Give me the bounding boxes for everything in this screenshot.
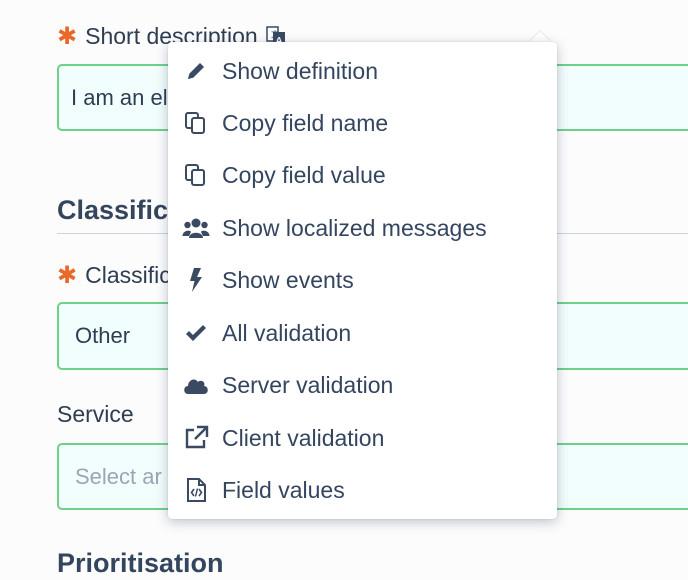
menu-item-label: All validation bbox=[222, 319, 352, 346]
menu-item-label: Server validation bbox=[222, 371, 394, 398]
cloud-icon bbox=[182, 371, 210, 399]
form-page: ✱ Short description A 文 I am an el Class… bbox=[0, 0, 688, 580]
menu-item-label: Client validation bbox=[222, 424, 385, 451]
svg-text:文: 文 bbox=[271, 29, 279, 39]
classification-label-text: Classific bbox=[85, 262, 171, 288]
prioritisation-section-title: Prioritisation bbox=[57, 548, 224, 578]
menu-item-show-events[interactable]: Show events bbox=[168, 254, 557, 306]
copy-icon bbox=[182, 109, 210, 137]
menu-item-label: Copy field name bbox=[222, 109, 389, 136]
menu-item-show-localized-messages[interactable]: Show localized messages bbox=[168, 202, 557, 254]
bolt-icon bbox=[182, 266, 210, 294]
menu-item-copy-field-value[interactable]: Copy field value bbox=[168, 149, 557, 201]
menu-item-show-definition[interactable]: Show definition bbox=[168, 45, 557, 97]
service-label: Service bbox=[57, 401, 134, 428]
classification-value: Other bbox=[75, 323, 131, 348]
menu-item-label: Show events bbox=[222, 266, 354, 293]
field-context-menu: Show definition Copy field name Copy fie… bbox=[168, 42, 557, 519]
service-label-text: Service bbox=[57, 401, 134, 427]
menu-item-client-validation[interactable]: Client validation bbox=[168, 412, 557, 464]
menu-item-label: Show localized messages bbox=[222, 214, 487, 241]
users-icon bbox=[182, 214, 210, 242]
service-placeholder: Select ar bbox=[75, 463, 162, 489]
classification-section-title: Classific bbox=[57, 195, 169, 225]
copy-icon bbox=[182, 161, 210, 189]
menu-item-all-validation[interactable]: All validation bbox=[168, 307, 557, 359]
code-file-icon bbox=[182, 476, 210, 504]
classification-label: ✱ Classific bbox=[57, 261, 171, 290]
short-description-value: I am an el bbox=[71, 84, 168, 110]
required-asterisk: ✱ bbox=[57, 23, 78, 50]
required-asterisk: ✱ bbox=[57, 262, 78, 289]
menu-item-field-values[interactable]: Field values bbox=[168, 464, 557, 516]
menu-item-copy-field-name[interactable]: Copy field name bbox=[168, 97, 557, 149]
menu-item-label: Field values bbox=[222, 476, 345, 503]
pencil-icon bbox=[182, 57, 210, 85]
context-menu-caret bbox=[529, 31, 551, 42]
menu-item-server-validation[interactable]: Server validation bbox=[168, 359, 557, 411]
menu-item-label: Show definition bbox=[222, 57, 378, 84]
external-link-icon bbox=[182, 424, 210, 452]
menu-item-label: Copy field value bbox=[222, 161, 386, 188]
check-icon bbox=[182, 319, 210, 347]
